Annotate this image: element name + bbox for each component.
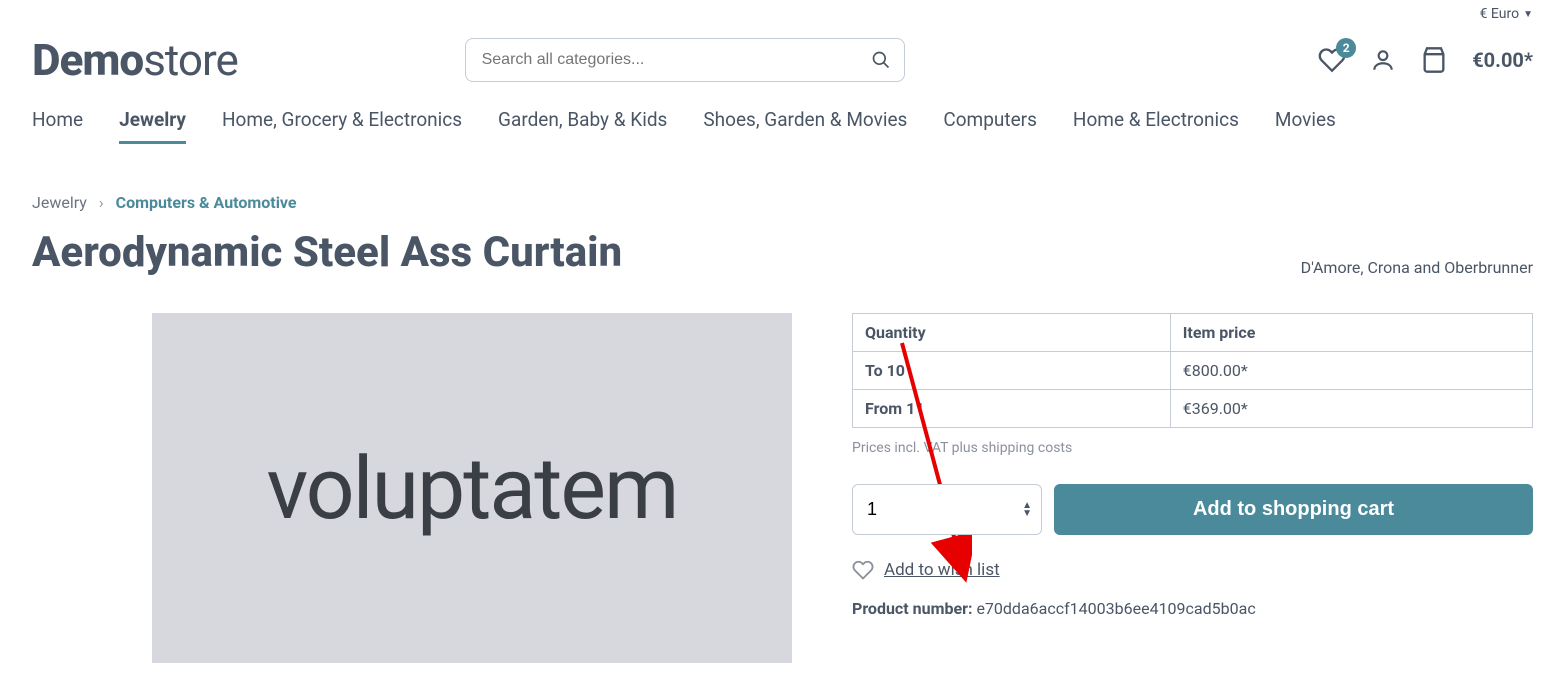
- nav-home-grocery-electronics[interactable]: Home, Grocery & Electronics: [222, 108, 462, 144]
- th-quantity: Quantity: [853, 314, 1171, 352]
- quantity-input[interactable]: [852, 484, 1042, 535]
- logo[interactable]: Demostore: [32, 34, 238, 86]
- bag-icon: [1420, 46, 1448, 74]
- product-number-label: Product number:: [852, 599, 972, 618]
- product-number-value: e70dda6accf14003b6ee4109cad5b0ac: [976, 599, 1255, 618]
- nav-shoes-garden-movies[interactable]: Shoes, Garden & Movies: [703, 108, 907, 144]
- cell-price: €800.00*: [1170, 352, 1532, 390]
- account-button[interactable]: [1370, 47, 1396, 73]
- price-table: Quantity Item price To 10 €800.00* From …: [852, 313, 1533, 428]
- wishlist-badge: 2: [1336, 38, 1356, 58]
- nav-garden-baby-kids[interactable]: Garden, Baby & Kids: [498, 108, 667, 144]
- nav-jewelry[interactable]: Jewelry: [119, 108, 186, 144]
- chevron-down-icon: ▼: [1523, 9, 1533, 20]
- nav-computers[interactable]: Computers: [943, 108, 1037, 144]
- breadcrumb: Jewelry › Computers & Automotive: [0, 155, 1565, 220]
- currency-selector[interactable]: € Euro ▼: [1480, 6, 1533, 22]
- logo-bold: Demo: [32, 34, 143, 86]
- product-image-text: voluptatem: [267, 438, 678, 539]
- search-icon[interactable]: [871, 50, 891, 70]
- cell-qty: From 11: [853, 390, 1171, 428]
- wishlist-button[interactable]: 2: [1318, 46, 1346, 74]
- cell-qty: To 10: [853, 352, 1171, 390]
- product-brand[interactable]: D'Amore, Crona and Oberbrunner: [1301, 258, 1533, 277]
- price-note: Prices incl. VAT plus shipping costs: [852, 440, 1533, 456]
- nav-movies[interactable]: Movies: [1275, 108, 1336, 144]
- chevron-right-icon: ›: [99, 193, 104, 212]
- cart-button[interactable]: [1420, 46, 1448, 74]
- user-icon: [1370, 47, 1396, 73]
- add-to-wishlist-button[interactable]: Add to wish list: [852, 559, 1533, 581]
- product-image[interactable]: voluptatem: [152, 313, 792, 663]
- breadcrumb-current[interactable]: Computers & Automotive: [116, 193, 297, 212]
- table-row: From 11 €369.00*: [853, 390, 1533, 428]
- product-number: Product number: e70dda6accf14003b6ee4109…: [852, 599, 1533, 618]
- search-input[interactable]: [465, 38, 905, 82]
- product-title: Aerodynamic Steel Ass Curtain: [32, 228, 622, 277]
- table-row: To 10 €800.00*: [853, 352, 1533, 390]
- table-header-row: Quantity Item price: [853, 314, 1533, 352]
- add-to-cart-button[interactable]: Add to shopping cart: [1054, 484, 1533, 535]
- wishlist-label: Add to wish list: [884, 560, 1000, 580]
- currency-label: € Euro: [1480, 6, 1520, 22]
- nav-home-electronics[interactable]: Home & Electronics: [1073, 108, 1239, 144]
- th-price: Item price: [1170, 314, 1532, 352]
- cell-price: €369.00*: [1170, 390, 1532, 428]
- heart-icon: [852, 559, 874, 581]
- nav-home[interactable]: Home: [32, 108, 83, 144]
- quantity-stepper[interactable]: ▲▼: [1022, 502, 1032, 518]
- logo-light: store: [143, 34, 238, 86]
- cart-total: €0.00*: [1472, 48, 1533, 72]
- breadcrumb-parent[interactable]: Jewelry: [32, 193, 87, 212]
- main-nav: Home Jewelry Home, Grocery & Electronics…: [0, 90, 1565, 155]
